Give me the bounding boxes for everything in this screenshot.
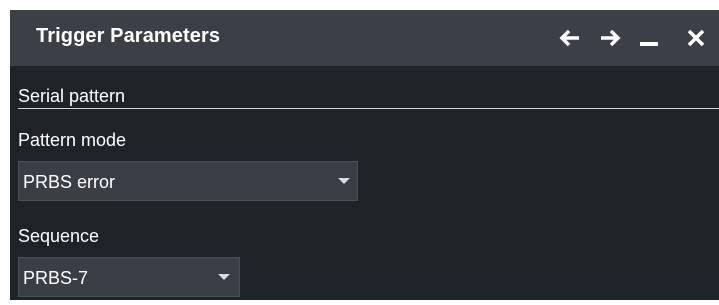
minimize-icon bbox=[640, 42, 658, 46]
section-divider bbox=[18, 108, 719, 109]
minimize-button[interactable] bbox=[633, 22, 665, 54]
section-heading-serial-pattern: Serial pattern bbox=[18, 86, 126, 106]
pattern-mode-dropdown[interactable]: PRBS error bbox=[18, 161, 358, 201]
forward-button[interactable] bbox=[594, 22, 626, 54]
back-button[interactable] bbox=[554, 22, 586, 54]
arrow-left-icon bbox=[559, 29, 579, 47]
sequence-label: Sequence bbox=[18, 226, 100, 246]
chevron-down-icon bbox=[338, 178, 350, 184]
pattern-mode-label: Pattern mode bbox=[18, 130, 127, 150]
dialog-titlebar[interactable]: Trigger Parameters bbox=[10, 10, 719, 66]
chevron-down-icon bbox=[218, 274, 230, 280]
sequence-value: PRBS-7 bbox=[23, 268, 89, 288]
dialog-title: Trigger Parameters bbox=[36, 25, 221, 47]
trigger-parameters-dialog: Trigger Parameters Serial pattern Patter… bbox=[10, 10, 719, 300]
arrow-right-icon bbox=[601, 29, 621, 47]
pattern-mode-value: PRBS error bbox=[23, 172, 116, 192]
close-icon bbox=[687, 29, 705, 47]
sequence-dropdown[interactable]: PRBS-7 bbox=[18, 257, 240, 297]
close-button[interactable] bbox=[680, 22, 712, 54]
